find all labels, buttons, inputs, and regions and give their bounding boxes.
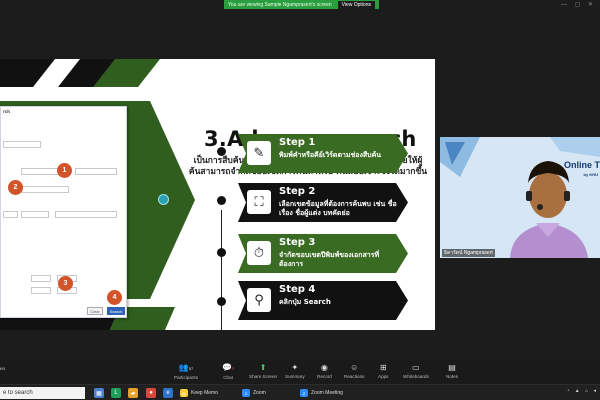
share-screen-icon: ⬆ [259,363,267,372]
form-field-row [3,141,41,148]
step-4-panel: ⚲ Step 4 คลิกปุ่ม Search [238,281,408,320]
video-brand-subtext: by KHU [583,172,598,177]
line-app-icon[interactable]: L [111,388,121,398]
timeline-dot [217,297,226,306]
record-icon: ◉ [320,363,328,372]
window-controls[interactable]: — ▢ ✕ [561,1,596,8]
share-screen-button[interactable]: ⬆ Share Screen [249,363,277,379]
taskbar-app-zoom-meeting[interactable]: Z Zoom Meeting [300,387,343,399]
form-field-row [75,168,117,175]
video-brand-text: Online T [564,160,600,170]
view-options-button[interactable]: View Options [337,0,375,9]
whiteboards-button[interactable]: ▭ Whiteboards [403,363,429,379]
form-field-row [31,287,51,294]
share-banner-text: You are viewing Sample Ngamprasert's scr… [228,1,332,8]
reactions-icon: ☺ [350,363,359,372]
step-title: Step 3 [279,237,316,248]
drag-handle-icon [158,194,169,205]
form-field-row [55,211,117,218]
participants-button[interactable]: 👥57 Participants [174,363,198,380]
apps-button[interactable]: ⊞ Apps [378,363,388,379]
summary-icon: ✦ [291,363,299,372]
timeline-dot [217,196,226,205]
clock-icon: ⏱ [247,241,271,265]
zoom-meeting-window: You are viewing Sample Ngamprasert's scr… [0,0,600,400]
folder-icon[interactable]: ▰ [128,388,138,398]
step-description: พิมพ์คำหรือคีย์เวิร์ดตามช่องสืบค้น [279,151,382,159]
step-title: Step 4 [279,284,316,295]
step-3-panel: ⏱ Step 3 จำกัดขอบเขตปีพิมพ์ของเอกสารที่ต… [238,234,408,273]
advanced-search-form-screenshot: rch 1 2 3 4 Clear Search [0,106,127,318]
chat-icon: 💬3 [222,363,235,372]
step-badge-4: 4 [107,290,122,305]
edge-icon[interactable]: e [163,388,173,398]
reactions-button[interactable]: ☺ Reactions [344,363,364,379]
timeline-line [221,210,222,330]
form-field-row [21,211,49,218]
form-field-row [31,275,51,282]
step-title: Step 2 [279,186,316,197]
zoom-meeting-icon: Z [300,389,308,397]
whiteboard-icon: ▭ [412,363,420,372]
step-2-panel: ⛶ Step 2 เลือกเขตข้อมูลที่ต้องการค้นพบ เ… [238,183,408,222]
step-description: คลิกปุ่ม Search [279,298,331,306]
step-badge-3: 3 [58,276,73,291]
edit-note-icon: ✎ [247,141,271,165]
keep-memo-icon: ▤ [180,389,188,397]
participant-video-tile[interactable]: Online T by KHU ธิดารัตน์ Ngamprasert [440,137,600,258]
form-field-row [21,186,69,193]
step-title: Step 1 [279,137,316,148]
task-view-icon[interactable]: ▦ [94,388,104,398]
participants-icon: 👥57 [178,363,194,372]
zoom-meeting-toolbar: eo 👥57 Participants 💬3 Chat ⬆ Share Scre… [0,360,600,384]
taskbar-app-zoom[interactable]: Z Zoom [242,387,266,399]
summary-button[interactable]: ✦ Summary [285,363,305,379]
stop-video-label[interactable]: eo [0,366,5,371]
record-button[interactable]: ◉ Record [317,363,332,379]
apps-icon: ⊞ [379,363,387,372]
form-clear-button: Clear [87,307,103,315]
chrome-icon[interactable]: ● [146,388,156,398]
chat-button[interactable]: 💬3 Chat [222,363,234,380]
network-icon: ⛶ [247,190,271,214]
screen-share-banner: You are viewing Sample Ngamprasert's scr… [224,0,379,9]
step-badge-1: 1 [57,163,72,178]
form-heading: rch [3,109,11,114]
participant-name-label: ธิดารัตน์ Ngamprasert [442,249,495,257]
timeline-dot [217,248,226,257]
notes-button[interactable]: ▤ Notes [446,363,458,379]
form-field-row [3,211,18,218]
participant-video-feed [440,137,600,258]
step-1-panel: ✎ Step 1 พิมพ์คำหรือคีย์เวิร์ดตามช่องสืบ… [238,134,408,173]
step-badge-2: 2 [8,180,23,195]
taskbar-search-input[interactable]: e to search [0,387,85,399]
form-search-button: Search [107,307,125,315]
notes-icon: ▤ [448,363,456,372]
zoom-icon: Z [242,389,250,397]
system-tray[interactable]: ◔ ▲ ⌂ ◂ [566,388,598,394]
step-description: เลือกเขตข้อมูลที่ต้องการค้นพบ เช่น ชื่อเ… [279,200,397,217]
windows-taskbar: e to search ▦ L ▰ ● e ▤ Keep Memo Z Zoom… [0,384,600,400]
timeline-dot [217,147,226,156]
presentation-slide: rch 1 2 3 4 Clear Search 3.Advance searc… [0,59,435,330]
magnifier-icon: ⚲ [247,288,271,312]
taskbar-app-keep-memo[interactable]: ▤ Keep Memo [180,387,218,399]
step-description: จำกัดขอบเขตปีพิมพ์ของเอกสารที่ต้องการ [279,251,380,268]
